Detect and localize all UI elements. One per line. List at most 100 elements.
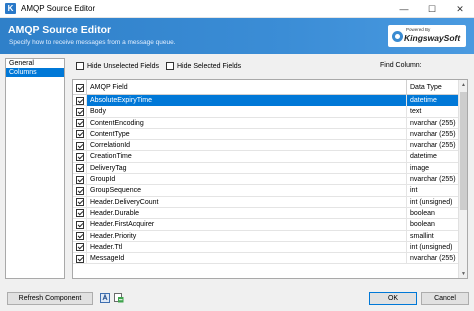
- grid-header: AMQP Field Data Type: [73, 80, 459, 95]
- field-name-cell: MessageId: [87, 253, 407, 265]
- table-row[interactable]: GroupId nvarchar (255): [73, 174, 459, 186]
- row-checkbox-cell: [73, 128, 87, 140]
- table-row[interactable]: ContentEncoding nvarchar (255): [73, 117, 459, 129]
- select-all-cell: [73, 80, 87, 95]
- select-all-checkbox[interactable]: [75, 83, 84, 92]
- app-icon: K: [5, 3, 16, 14]
- row-checkbox-cell: [73, 241, 87, 253]
- minimize-button[interactable]: —: [390, 0, 418, 18]
- row-checkbox[interactable]: [75, 186, 84, 195]
- table-row[interactable]: GroupSequence int: [73, 185, 459, 197]
- nav-list: General Columns: [5, 58, 65, 279]
- field-name-cell: GroupId: [87, 174, 407, 186]
- header-banner: AMQP Source Editor Specify how to receiv…: [0, 18, 474, 54]
- row-checkbox-cell: [73, 253, 87, 265]
- data-type-cell: nvarchar (255): [410, 255, 456, 263]
- row-checkbox-cell: [73, 185, 87, 197]
- help-icon[interactable]: [100, 293, 110, 303]
- table-row[interactable]: CorrelationId nvarchar (255): [73, 140, 459, 152]
- row-checkbox-cell: [73, 230, 87, 242]
- table-row[interactable]: Header.FirstAcquirer boolean: [73, 219, 459, 231]
- banner-title: AMQP Source Editor: [8, 24, 112, 36]
- data-type-cell: boolean: [410, 209, 435, 217]
- hide-unselected-checkbox[interactable]: [76, 62, 84, 70]
- table-row[interactable]: ContentType nvarchar (255): [73, 128, 459, 141]
- scroll-down-icon[interactable]: ▼: [459, 269, 467, 278]
- row-checkbox[interactable]: [75, 175, 84, 184]
- scroll-up-icon[interactable]: ▲: [459, 80, 467, 89]
- cancel-button[interactable]: Cancel: [421, 292, 469, 305]
- row-checkbox[interactable]: [75, 243, 84, 252]
- row-checkbox-cell: [73, 106, 87, 118]
- row-checkbox-cell: [73, 219, 87, 231]
- header-amqp-field[interactable]: AMQP Field: [87, 80, 407, 95]
- row-checkbox[interactable]: [75, 198, 84, 207]
- field-name-cell: AbsoluteExpiryTime: [87, 95, 407, 106]
- row-checkbox[interactable]: [75, 130, 84, 139]
- hide-unselected-label: Hide Unselected Fields: [87, 62, 159, 70]
- row-checkbox[interactable]: [75, 141, 84, 150]
- ok-button[interactable]: OK: [369, 292, 417, 305]
- field-name-cell: Header.Durable: [87, 207, 407, 219]
- row-checkbox-cell: [73, 196, 87, 208]
- data-type-cell: nvarchar (255): [410, 130, 456, 138]
- table-row[interactable]: Header.DeliveryCount int (unsigned): [73, 196, 459, 208]
- data-type-cell: text: [410, 108, 422, 116]
- field-name-cell: ContentEncoding: [87, 117, 407, 129]
- refresh-component-button[interactable]: Refresh Component: [7, 292, 93, 305]
- row-checkbox[interactable]: [75, 232, 84, 241]
- data-type-cell: datetime: [410, 153, 437, 161]
- row-checkbox[interactable]: [75, 254, 84, 263]
- row-checkbox[interactable]: [75, 220, 84, 229]
- table-row[interactable]: Header.Ttl int (unsigned): [73, 241, 459, 254]
- field-name-cell: Header.Ttl: [87, 241, 407, 253]
- row-checkbox-cell: [73, 95, 87, 106]
- data-type-cell: nvarchar (255): [410, 142, 456, 150]
- field-name-cell: Header.Priority: [87, 230, 407, 242]
- nav-item-columns[interactable]: Columns: [6, 68, 64, 77]
- row-checkbox[interactable]: [75, 107, 84, 116]
- table-row[interactable]: Header.Priority smallint: [73, 230, 459, 242]
- close-button[interactable]: ✕: [446, 0, 474, 18]
- scroll-thumb[interactable]: [460, 92, 467, 210]
- field-name-cell: CorrelationId: [87, 140, 407, 152]
- maximize-button[interactable]: ☐: [418, 0, 446, 18]
- row-checkbox[interactable]: [75, 164, 84, 173]
- data-type-cell: boolean: [410, 221, 435, 229]
- row-checkbox-cell: [73, 140, 87, 152]
- row-checkbox[interactable]: [75, 119, 84, 128]
- row-checkbox[interactable]: [75, 152, 84, 161]
- table-row[interactable]: MessageId nvarchar (255): [73, 253, 459, 265]
- export-icon[interactable]: [114, 293, 124, 303]
- table-row[interactable]: AbsoluteExpiryTime datetime: [73, 95, 459, 107]
- logo-mark-icon: [392, 31, 403, 42]
- table-row[interactable]: Body text: [73, 106, 459, 118]
- row-checkbox-cell: [73, 207, 87, 219]
- columns-grid: AMQP Field Data Type AbsoluteExpiryTime d…: [72, 79, 468, 279]
- header-data-type[interactable]: Data Type: [407, 80, 459, 95]
- data-type-cell: smallint: [410, 232, 434, 240]
- row-checkbox[interactable]: [75, 96, 84, 105]
- vertical-scrollbar[interactable]: ▲ ▼: [458, 80, 467, 278]
- table-row[interactable]: DeliveryTag image: [73, 162, 459, 175]
- hide-selected-label: Hide Selected Fields: [176, 62, 242, 70]
- nav-item-general[interactable]: General: [6, 59, 64, 68]
- hide-selected-checkbox[interactable]: [165, 62, 174, 70]
- row-checkbox-cell: [73, 117, 87, 129]
- kingswaysoft-logo: Powered By KingswaySoft: [388, 25, 466, 47]
- field-name-cell: DeliveryTag: [87, 162, 407, 174]
- data-type-cell: nvarchar (255): [410, 119, 456, 127]
- data-type-cell: int (unsigned): [410, 198, 453, 206]
- grid-rows: AbsoluteExpiryTime datetime Body text Conten…: [73, 95, 459, 265]
- field-name-cell: ContentType: [87, 128, 407, 140]
- find-column-input[interactable]: [380, 73, 466, 74]
- table-row[interactable]: Header.Durable boolean: [73, 207, 459, 220]
- field-name-cell: Header.DeliveryCount: [87, 196, 407, 208]
- window-title: AMQP Source Editor: [21, 4, 96, 13]
- row-checkbox[interactable]: [75, 209, 84, 218]
- table-row[interactable]: CreationTime datetime: [73, 151, 459, 163]
- field-name-cell: Body: [87, 106, 407, 118]
- data-type-cell: int (unsigned): [410, 243, 453, 251]
- find-column-label: Find Column:: [380, 62, 422, 69]
- data-type-cell: nvarchar (255): [410, 176, 456, 184]
